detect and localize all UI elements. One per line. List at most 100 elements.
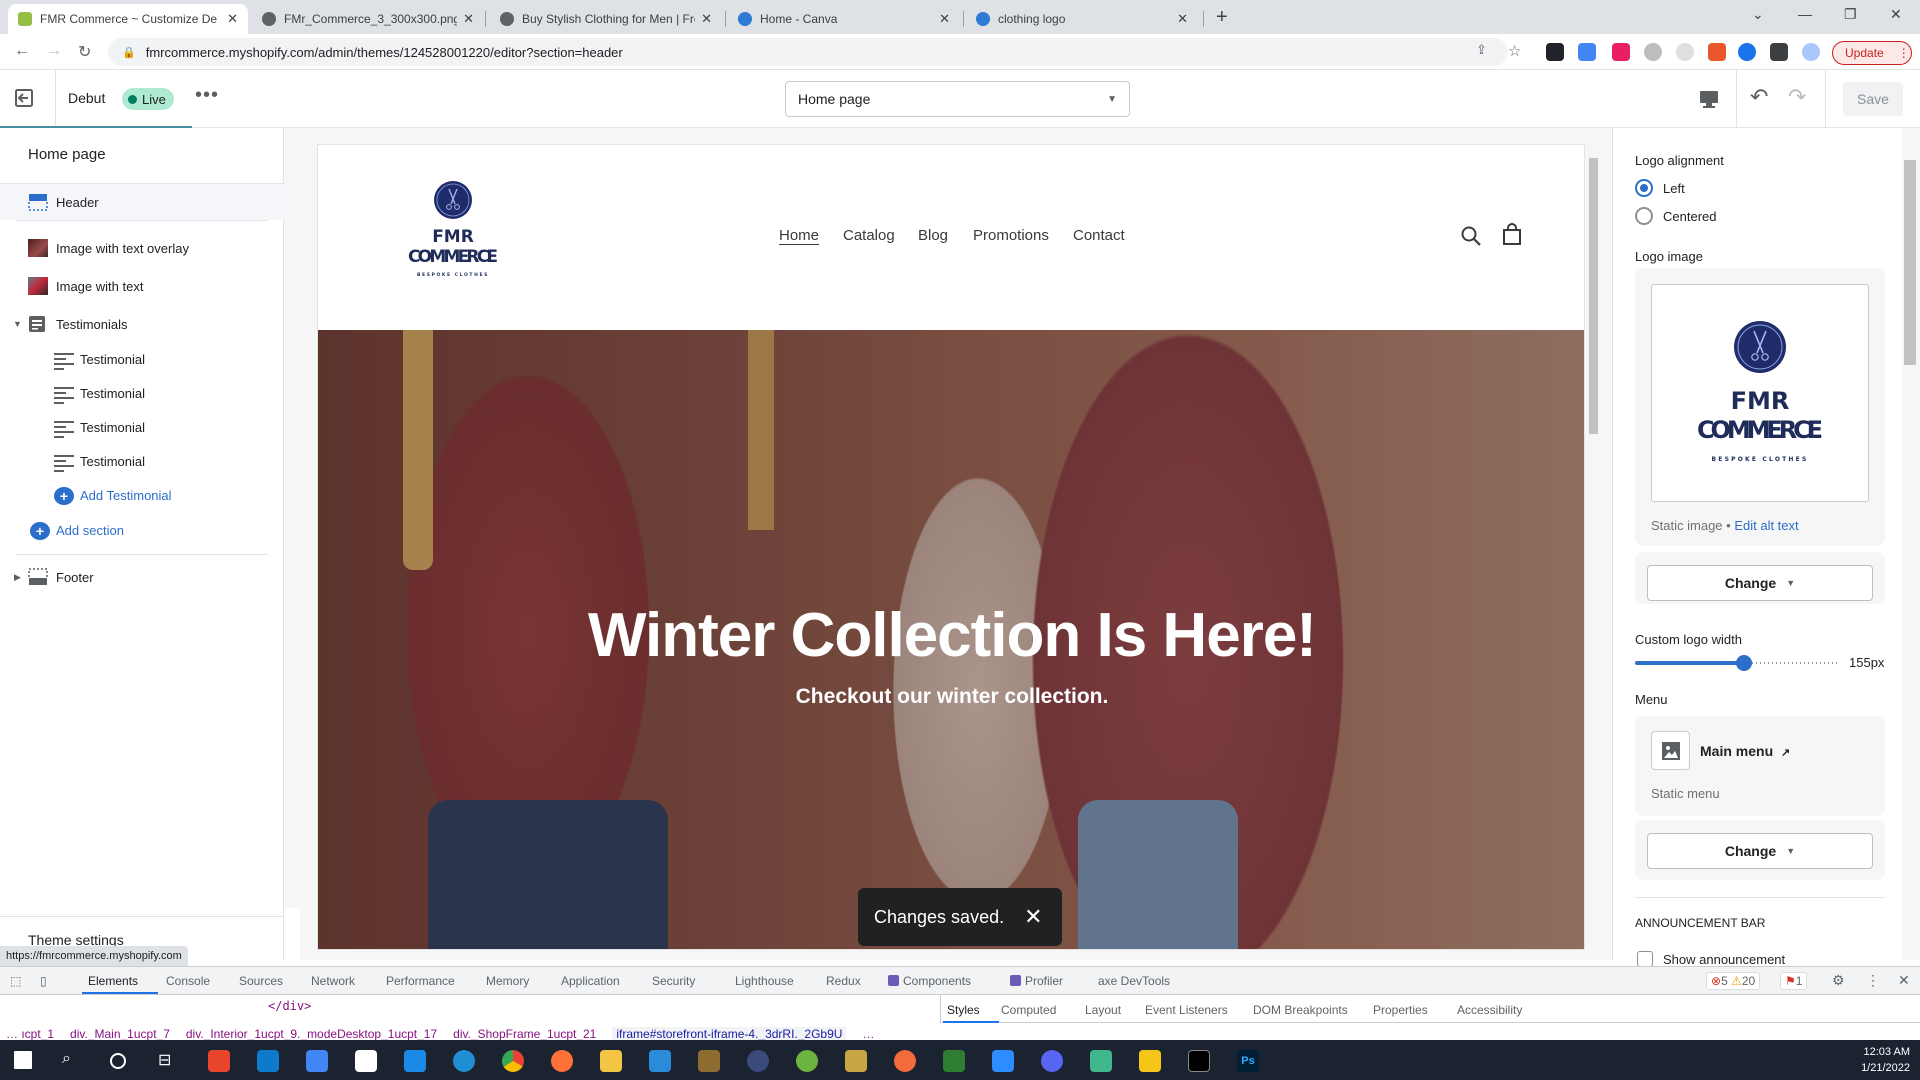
store-icon[interactable] <box>649 1050 671 1072</box>
terminal-icon[interactable] <box>1188 1050 1210 1072</box>
vscode-icon[interactable] <box>257 1050 279 1072</box>
devtools-tab-profiler[interactable]: Profiler <box>1010 974 1063 988</box>
dom-breadcrumb[interactable]: … ıcpt_1 <box>6 1027 54 1041</box>
firefox-icon[interactable] <box>551 1050 573 1072</box>
browser-tab[interactable]: Home - Canva ✕ <box>728 4 960 34</box>
slider-thumb[interactable] <box>1735 655 1752 671</box>
close-tab-icon[interactable]: ✕ <box>939 11 950 27</box>
inspect-element-icon[interactable]: ⬚ <box>10 974 21 988</box>
hero-image-with-text-overlay[interactable]: Winter Collection Is Here! Checkout our … <box>318 330 1584 949</box>
edge-icon[interactable] <box>453 1050 475 1072</box>
nav-link-promotions[interactable]: Promotions <box>973 227 1049 244</box>
exit-editor-icon[interactable] <box>14 88 38 110</box>
sidebar-item-image-with-text-overlay[interactable]: Image with text overlay <box>0 230 284 266</box>
app-icon[interactable] <box>747 1050 769 1072</box>
system-clock[interactable]: 12:03 AM 1/21/2022 <box>1861 1044 1910 1076</box>
nav-link-home[interactable]: Home <box>779 227 820 245</box>
add-section-button[interactable]: + Add section <box>0 512 284 548</box>
sidebar-item-testimonial[interactable]: Testimonial <box>0 341 284 377</box>
dom-breadcrumb[interactable]: … <box>862 1027 874 1041</box>
devtools-tab-components[interactable]: Components <box>888 974 971 988</box>
photoshop-icon[interactable]: Ps <box>1237 1050 1259 1072</box>
close-tab-icon[interactable]: ✕ <box>463 11 474 27</box>
url-input[interactable]: 🔒 fmrcommerce.myshopify.com/admin/themes… <box>108 38 1508 66</box>
react-devtools-extension-icon[interactable] <box>1546 43 1564 61</box>
app-icon[interactable] <box>698 1050 720 1072</box>
cortana-icon[interactable] <box>110 1053 126 1069</box>
tab-search-icon[interactable]: ⌄ <box>1752 6 1764 23</box>
discord-icon[interactable] <box>1041 1050 1063 1072</box>
windows-start-icon[interactable] <box>14 1051 32 1069</box>
save-button[interactable]: Save <box>1843 82 1903 116</box>
devtools-tab-axe[interactable]: axe DevTools <box>1098 974 1170 988</box>
sidebar-item-image-with-text[interactable]: Image with text <box>0 268 284 304</box>
lighthouse-extension-icon[interactable] <box>1708 43 1726 61</box>
app-icon[interactable] <box>1090 1050 1112 1072</box>
logo-width-slider[interactable] <box>1635 655 1840 671</box>
add-testimonial-button[interactable]: + Add Testimonial <box>0 477 284 513</box>
expand-caret-icon[interactable]: ▼ <box>13 319 22 329</box>
profile-avatar-icon[interactable] <box>1802 43 1820 61</box>
change-logo-button[interactable]: Change ▼ <box>1647 565 1873 601</box>
console-error-warning-counts[interactable]: ⊗5 ⚠20 <box>1706 972 1761 990</box>
postman-icon[interactable] <box>894 1050 916 1072</box>
forward-icon[interactable]: → <box>46 42 62 60</box>
k-extension-icon[interactable] <box>1644 43 1662 61</box>
nav-link-catalog[interactable]: Catalog <box>843 227 895 244</box>
google-ads-icon[interactable] <box>306 1050 328 1072</box>
share-icon[interactable]: ⇪ <box>1476 42 1487 58</box>
storefront-preview-frame[interactable]: FMR COMMERCE BESPOKE CLOTHES Home Catalo… <box>317 144 1585 950</box>
subtab-computed[interactable]: Computed <box>1001 1003 1056 1017</box>
edit-alt-text-link[interactable]: Edit alt text <box>1734 518 1798 533</box>
settings-scrollbar[interactable] <box>1902 128 1920 960</box>
sidebar-item-header[interactable]: Header <box>0 184 284 220</box>
devtools-tab-memory[interactable]: Memory <box>486 974 529 988</box>
devtools-tab-elements[interactable]: Elements <box>88 974 138 988</box>
sidebar-item-testimonial[interactable]: Testimonial <box>0 443 284 479</box>
more-actions-button[interactable]: ••• <box>195 84 219 107</box>
sidebar-item-testimonial[interactable]: Testimonial <box>0 409 284 445</box>
chrome-icon[interactable] <box>502 1050 524 1072</box>
preview-scrollbar[interactable] <box>1585 144 1601 950</box>
devtools-tab-console[interactable]: Console <box>166 974 210 988</box>
cart-bag-icon[interactable] <box>1502 223 1522 245</box>
subtab-dom-breakpoints[interactable]: DOM Breakpoints <box>1253 1003 1348 1017</box>
reload-icon[interactable]: ↻ <box>78 42 91 62</box>
app-icon[interactable] <box>943 1050 965 1072</box>
zoom-icon[interactable] <box>992 1050 1014 1072</box>
devtools-tab-performance[interactable]: Performance <box>386 974 455 988</box>
new-tab-button[interactable]: + <box>1216 6 1228 29</box>
close-tab-icon[interactable]: ✕ <box>701 11 712 27</box>
dom-breadcrumb[interactable]: div._ShopFrame_1ucpt_21 <box>453 1027 596 1041</box>
devtools-tab-redux[interactable]: Redux <box>826 974 861 988</box>
browser-tab[interactable]: FMr_Commerce_3_300x300.png ( ✕ <box>252 4 484 34</box>
search-icon[interactable]: ⌕ <box>62 1050 84 1072</box>
page-selector-dropdown[interactable]: Home page ▼ <box>785 81 1130 117</box>
app-icon[interactable] <box>845 1050 867 1072</box>
file-explorer-icon[interactable] <box>600 1050 622 1072</box>
device-toolbar-icon[interactable]: ▯ <box>40 974 47 988</box>
subtab-styles[interactable]: Styles <box>947 1003 980 1017</box>
subtab-properties[interactable]: Properties <box>1373 1003 1428 1017</box>
browser-tab[interactable]: Buy Stylish Clothing for Men | Fre ✕ <box>490 4 722 34</box>
search-icon[interactable] <box>1460 225 1482 247</box>
sticky-notes-icon[interactable] <box>1139 1050 1161 1072</box>
nav-link-blog[interactable]: Blog <box>918 227 948 244</box>
undo-icon[interactable]: ↶ <box>1750 84 1768 110</box>
subtab-layout[interactable]: Layout <box>1085 1003 1121 1017</box>
dom-breadcrumb[interactable]: div._Interior_1ucpt_9._modeDesktop_1ucpt… <box>186 1027 437 1041</box>
devtools-settings-gear-icon[interactable]: ⚙ <box>1832 972 1845 989</box>
collapse-caret-icon[interactable]: ▶ <box>14 572 21 583</box>
close-tab-icon[interactable]: ✕ <box>227 11 238 27</box>
sidebar-scrollbar[interactable] <box>284 128 300 908</box>
bookmark-star-icon[interactable]: ☆ <box>1508 42 1521 60</box>
browser-tab[interactable]: clothing logo ✕ <box>966 4 1198 34</box>
app-icon[interactable] <box>208 1050 230 1072</box>
change-menu-button[interactable]: Change ▼ <box>1647 833 1873 869</box>
devtools-tab-sources[interactable]: Sources <box>239 974 283 988</box>
dom-breadcrumb[interactable]: iframe#storefront-iframe-4._3drRI._2Gb9U <box>612 1027 847 1041</box>
devtools-tab-application[interactable]: Application <box>561 974 620 988</box>
subtab-accessibility[interactable]: Accessibility <box>1457 1003 1522 1017</box>
sidebar-item-testimonial[interactable]: Testimonial <box>0 375 284 411</box>
sidebar-item-footer[interactable]: ▶ Footer <box>0 559 284 595</box>
